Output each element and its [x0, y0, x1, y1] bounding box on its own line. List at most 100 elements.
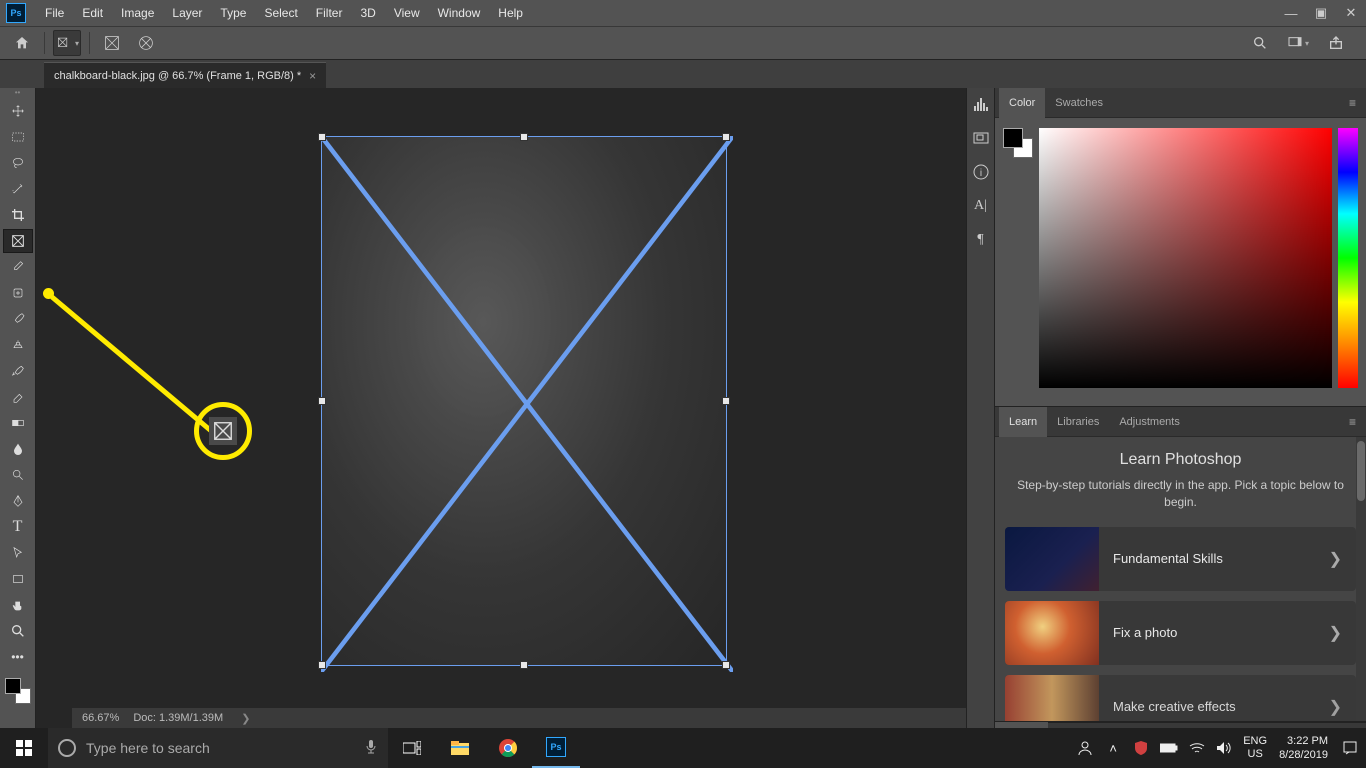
chrome-button[interactable]	[484, 728, 532, 768]
scrollbar-thumb[interactable]	[1357, 441, 1365, 501]
tab-color[interactable]: Color	[999, 88, 1045, 118]
fg-color-icon[interactable]	[1003, 128, 1023, 148]
people-icon[interactable]	[1075, 728, 1095, 768]
tab-learn[interactable]: Learn	[999, 407, 1047, 437]
menu-window[interactable]: Window	[429, 0, 490, 26]
language-indicator[interactable]: ENG US	[1243, 735, 1267, 761]
document-tab[interactable]: chalkboard-black.jpg @ 66.7% (Frame 1, R…	[44, 62, 326, 88]
eraser-tool[interactable]	[3, 385, 33, 409]
color-swatch-pair[interactable]	[1003, 128, 1033, 158]
volume-icon[interactable]	[1215, 728, 1235, 768]
magic-wand-tool[interactable]	[3, 177, 33, 201]
info-panel-icon[interactable]: i	[971, 162, 991, 182]
zoom-tool[interactable]	[3, 619, 33, 643]
brush-tool[interactable]	[3, 307, 33, 331]
healing-brush-tool[interactable]	[3, 281, 33, 305]
type-tool[interactable]: T	[3, 515, 33, 539]
collapsed-panel-dock: i A| ¶	[966, 88, 994, 728]
taskbar-clock[interactable]: 3:22 PM 8/28/2019	[1275, 734, 1332, 763]
menu-3d[interactable]: 3D	[351, 0, 384, 26]
gradient-tool[interactable]	[3, 411, 33, 435]
canvas-area[interactable]: 66.67% Doc: 1.39M/1.39M ❯	[36, 88, 966, 728]
character-panel-icon[interactable]: A|	[971, 196, 991, 216]
hue-slider[interactable]	[1338, 128, 1358, 388]
paragraph-panel-icon[interactable]: ¶	[971, 230, 991, 250]
path-selection-tool[interactable]	[3, 541, 33, 565]
marquee-tool[interactable]	[3, 125, 33, 149]
photoshop-taskbar-button[interactable]: Ps	[532, 728, 580, 768]
menu-file[interactable]: File	[36, 0, 73, 26]
eyedropper-tool[interactable]	[3, 255, 33, 279]
scrollbar[interactable]	[1356, 437, 1366, 721]
hand-tool[interactable]	[3, 593, 33, 617]
close-button[interactable]: ✕	[1336, 0, 1366, 26]
clone-stamp-tool[interactable]	[3, 333, 33, 357]
file-explorer-button[interactable]	[436, 728, 484, 768]
task-view-button[interactable]	[388, 728, 436, 768]
navigator-panel-icon[interactable]	[971, 128, 991, 148]
maximize-button[interactable]: ▣	[1306, 0, 1336, 26]
learn-thumb-icon	[1005, 601, 1099, 665]
status-arrow-icon[interactable]: ❯	[241, 712, 250, 725]
lasso-tool[interactable]	[3, 151, 33, 175]
workspace-icon[interactable]: ▾	[1284, 30, 1312, 56]
panel-menu-icon[interactable]: ≡	[1343, 415, 1362, 429]
menu-image[interactable]: Image	[112, 0, 163, 26]
blur-tool[interactable]	[3, 437, 33, 461]
frame-preset-dropdown[interactable]: ▾	[53, 30, 81, 56]
learn-item-creative[interactable]: Make creative effects ❯	[1005, 675, 1356, 721]
wifi-icon[interactable]	[1187, 728, 1207, 768]
share-icon[interactable]	[1322, 30, 1350, 56]
history-brush-tool[interactable]	[3, 359, 33, 383]
start-button[interactable]	[0, 728, 48, 768]
chevron-right-icon: ❯	[1315, 623, 1356, 643]
foreground-background-swatch[interactable]	[5, 678, 31, 704]
options-bar: ▾ ▾	[0, 26, 1366, 60]
menu-edit[interactable]: Edit	[73, 0, 112, 26]
tray-chevron-icon[interactable]: ˄	[1103, 728, 1123, 768]
mic-icon[interactable]	[364, 738, 378, 759]
search-icon[interactable]	[1246, 30, 1274, 56]
frame-tool[interactable]	[3, 229, 33, 253]
learn-item-fundamentals[interactable]: Fundamental Skills ❯	[1005, 527, 1356, 591]
status-zoom[interactable]: 66.67%	[82, 712, 119, 724]
move-tool[interactable]	[3, 99, 33, 123]
tab-libraries[interactable]: Libraries	[1047, 407, 1109, 437]
learn-item-fix-photo[interactable]: Fix a photo ❯	[1005, 601, 1356, 665]
notifications-icon[interactable]	[1340, 728, 1360, 768]
learn-item-label: Fix a photo	[1099, 625, 1315, 640]
learn-panel-tabs: Learn Libraries Adjustments ≡	[995, 407, 1366, 437]
rectangle-tool[interactable]	[3, 567, 33, 591]
pen-tool[interactable]	[3, 489, 33, 513]
menu-view[interactable]: View	[385, 0, 429, 26]
menu-layer[interactable]: Layer	[163, 0, 211, 26]
taskbar-search[interactable]: Type here to search	[48, 728, 388, 768]
tab-swatches[interactable]: Swatches	[1045, 88, 1113, 118]
minimize-button[interactable]: —	[1276, 0, 1306, 26]
chevron-right-icon: ❯	[1315, 549, 1356, 569]
frame-rect-icon[interactable]	[98, 30, 126, 56]
panel-grip[interactable]: ••	[0, 90, 35, 98]
menu-help[interactable]: Help	[489, 0, 532, 26]
panel-menu-icon[interactable]: ≡	[1343, 96, 1362, 110]
battery-icon[interactable]	[1159, 728, 1179, 768]
status-doc-size[interactable]: Doc: 1.39M/1.39M	[133, 712, 223, 724]
menu-type[interactable]: Type	[211, 0, 255, 26]
security-icon[interactable]	[1131, 728, 1151, 768]
learn-item-label: Fundamental Skills	[1099, 551, 1315, 566]
menu-filter[interactable]: Filter	[307, 0, 352, 26]
tab-close-icon[interactable]: ×	[309, 69, 316, 83]
frame-ellipse-icon[interactable]	[132, 30, 160, 56]
color-field[interactable]	[1039, 128, 1332, 388]
menu-select[interactable]: Select	[255, 0, 306, 26]
crop-tool[interactable]	[3, 203, 33, 227]
histogram-panel-icon[interactable]	[971, 94, 991, 114]
divider	[44, 32, 45, 54]
learn-panel-body: Learn Photoshop Step-by-step tutorials d…	[995, 437, 1366, 721]
dodge-tool[interactable]	[3, 463, 33, 487]
more-tools-icon[interactable]: •••	[3, 645, 33, 669]
foreground-color-swatch[interactable]	[5, 678, 21, 694]
tab-adjustments[interactable]: Adjustments	[1109, 407, 1190, 437]
home-icon[interactable]	[8, 30, 36, 56]
options-bar-right: ▾	[1246, 30, 1358, 56]
